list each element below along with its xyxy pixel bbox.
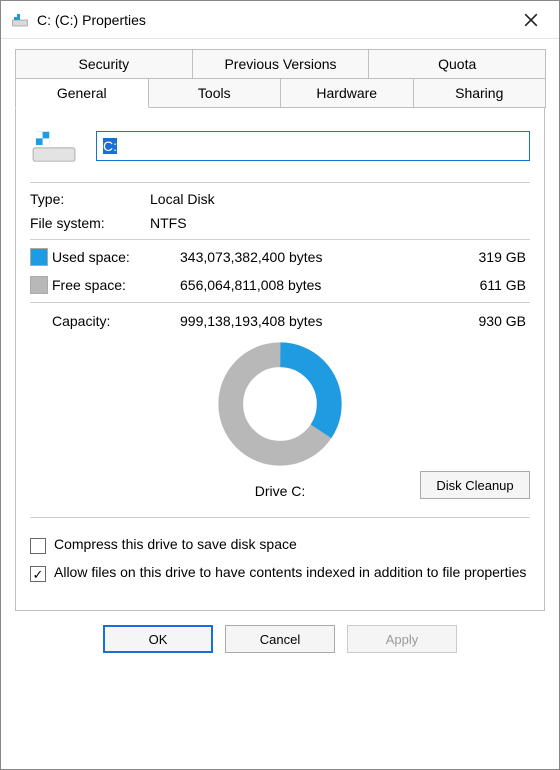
used-space-bytes: 343,073,382,400 bytes bbox=[162, 249, 452, 265]
apply-button[interactable]: Apply bbox=[347, 625, 457, 653]
free-space-hr: 611 GB bbox=[452, 277, 530, 293]
compress-checkbox[interactable]: Compress this drive to save disk space bbox=[30, 536, 530, 554]
window-title: C: (C:) Properties bbox=[37, 12, 511, 28]
free-space-bytes: 656,064,811,008 bytes bbox=[162, 277, 452, 293]
tab-sharing[interactable]: Sharing bbox=[413, 78, 547, 108]
divider bbox=[30, 517, 530, 518]
free-space-label: Free space: bbox=[52, 277, 162, 293]
index-label: Allow files on this drive to have conten… bbox=[54, 564, 526, 580]
used-space-label: Used space: bbox=[52, 249, 162, 265]
titlebar: C: (C:) Properties bbox=[1, 1, 559, 39]
capacity-bytes: 999,138,193,408 bytes bbox=[162, 313, 452, 329]
drive-name-input[interactable] bbox=[96, 131, 530, 161]
divider bbox=[30, 182, 530, 183]
tab-quota[interactable]: Quota bbox=[368, 49, 546, 79]
tab-security[interactable]: Security bbox=[15, 49, 193, 79]
tab-tools[interactable]: Tools bbox=[148, 78, 282, 108]
used-space-hr: 319 GB bbox=[452, 249, 530, 265]
type-value: Local Disk bbox=[150, 191, 530, 207]
properties-window: C: (C:) Properties Security Previous Ver… bbox=[0, 0, 560, 770]
divider bbox=[30, 239, 530, 240]
drive-icon bbox=[11, 11, 29, 29]
usage-donut-chart bbox=[215, 339, 345, 469]
used-color-swatch bbox=[30, 248, 48, 266]
close-button[interactable] bbox=[511, 5, 551, 35]
free-color-swatch bbox=[30, 276, 48, 294]
ok-button[interactable]: OK bbox=[103, 625, 213, 653]
tab-general[interactable]: General bbox=[15, 78, 149, 108]
divider bbox=[30, 302, 530, 303]
drive-large-icon bbox=[30, 126, 78, 166]
client-area: Security Previous Versions Quota General… bbox=[1, 39, 559, 769]
tab-strip: Security Previous Versions Quota General… bbox=[15, 49, 545, 611]
tab-hardware[interactable]: Hardware bbox=[280, 78, 414, 108]
tab-previous-versions[interactable]: Previous Versions bbox=[192, 49, 370, 79]
capacity-hr: 930 GB bbox=[452, 313, 530, 329]
type-label: Type: bbox=[30, 191, 150, 207]
fs-value: NTFS bbox=[150, 215, 530, 231]
drive-label: Drive C: bbox=[255, 483, 306, 499]
dialog-buttons: OK Cancel Apply bbox=[15, 611, 545, 659]
disk-cleanup-button[interactable]: Disk Cleanup bbox=[420, 471, 530, 499]
cancel-button[interactable]: Cancel bbox=[225, 625, 335, 653]
compress-label: Compress this drive to save disk space bbox=[54, 536, 297, 552]
index-checkbox[interactable]: ✓ Allow files on this drive to have cont… bbox=[30, 564, 530, 582]
tab-panel-general: Type: Local Disk File system: NTFS Used … bbox=[15, 107, 545, 611]
fs-label: File system: bbox=[30, 215, 150, 231]
capacity-label: Capacity: bbox=[52, 313, 162, 329]
